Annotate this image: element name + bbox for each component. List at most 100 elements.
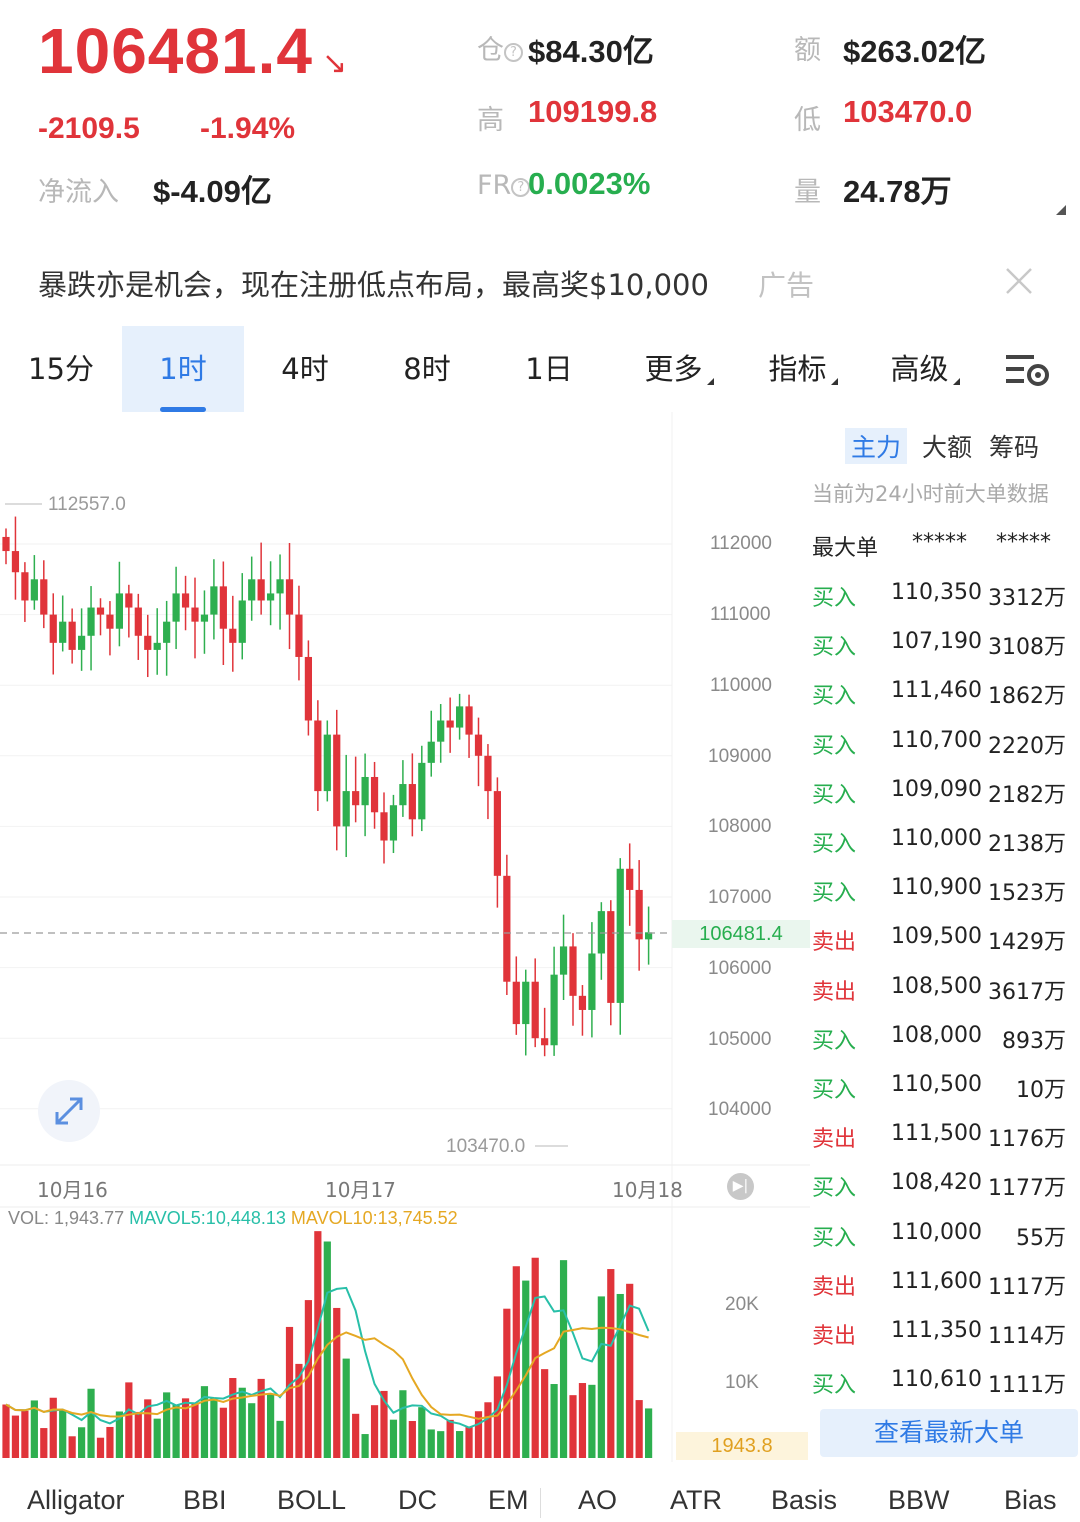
volume-bar: [645, 1408, 653, 1458]
volume-bar: [446, 1419, 454, 1458]
order-price: 111,460: [891, 678, 982, 704]
volume-bar: [465, 1426, 473, 1458]
volume-bar: [597, 1296, 605, 1458]
candle: [163, 600, 171, 676]
volume-bar: [408, 1421, 416, 1458]
order-amount: 1176万: [988, 1127, 1066, 1153]
order-amount: 893万: [1002, 1028, 1066, 1054]
side-col-price: *****: [912, 530, 967, 555]
side-tab-chips[interactable]: 筹码: [989, 428, 1039, 464]
indicator-dc[interactable]: DC: [398, 1485, 437, 1516]
vol-value: VOL: 1,943.77: [8, 1208, 125, 1228]
help-icon[interactable]: ?: [504, 43, 523, 62]
funding-rate-label[interactable]: FR?: [477, 170, 531, 201]
open-interest-label[interactable]: 仓?: [477, 28, 523, 67]
promo-banner-text[interactable]: 暴跌亦是机会，现在注册低点布局，最高奖$10,000: [38, 262, 709, 304]
volume-bar: [11, 1415, 20, 1458]
volume-bar: [153, 1418, 161, 1458]
high-value: 109199.8: [528, 94, 658, 129]
jump-latest-icon[interactable]: ▶|: [727, 1173, 754, 1200]
side-note: 当前为24小时前大单数据: [812, 482, 1049, 506]
price-change-pct: -1.94%: [200, 112, 296, 145]
y-tick: 106000: [708, 958, 772, 979]
volume-bar: [172, 1404, 180, 1458]
order-price: 108,000: [891, 1022, 982, 1048]
side-col-type: 最大单: [812, 536, 879, 561]
tab-15m[interactable]: 15分: [0, 326, 122, 412]
candle: [616, 858, 624, 1035]
y-tick: 104000: [708, 1099, 772, 1120]
indicator-boll[interactable]: BOLL: [277, 1485, 346, 1516]
candle: [541, 1007, 549, 1057]
mavol10-value: MAVOL10:13,745.52: [290, 1208, 458, 1228]
volume-bar: [361, 1434, 369, 1458]
volume-bar: [437, 1431, 445, 1458]
indicator-basis[interactable]: Basis: [771, 1485, 837, 1516]
chart-settings-icon[interactable]: [1004, 350, 1052, 390]
y-tick: 108000: [708, 816, 772, 837]
volume-bar: [78, 1427, 86, 1458]
tab-4h[interactable]: 4时: [244, 326, 366, 412]
expand-corner-icon[interactable]: [1056, 205, 1066, 215]
volume-bar: [550, 1384, 558, 1458]
indicator-atr[interactable]: ATR: [670, 1485, 722, 1516]
candle: [144, 614, 152, 678]
candle: [389, 794, 398, 854]
indicator-em[interactable]: EM: [488, 1485, 529, 1516]
tab-8h[interactable]: 8时: [366, 326, 488, 412]
tab-indicators[interactable]: 指标: [742, 326, 864, 412]
volume-bar: [342, 1358, 350, 1458]
tab-advanced[interactable]: 高级: [864, 326, 986, 412]
volume-bar: [106, 1426, 114, 1458]
indicator-ao[interactable]: AO: [578, 1485, 617, 1516]
order-amount: 1429万: [988, 930, 1066, 956]
high-label: 高: [477, 105, 504, 136]
volume-legend: VOL: 1,943.77 MAVOL5:10,448.13 MAVOL10:1…: [8, 1208, 458, 1229]
candle: [153, 608, 161, 675]
candle: [607, 900, 615, 1026]
candle: [352, 756, 360, 823]
indicator-bbi[interactable]: BBI: [183, 1485, 227, 1516]
indicator-alligator[interactable]: Alligator: [27, 1485, 125, 1516]
order-price: 111,500: [891, 1121, 982, 1147]
side-tab-main[interactable]: 主力: [845, 428, 908, 464]
volume-bar: [59, 1410, 67, 1458]
y-tick: 112000: [710, 533, 772, 554]
order-price: 107,190: [891, 629, 982, 655]
volume-bar: [219, 1407, 227, 1458]
candle: [257, 542, 265, 615]
side-col-amount: *****: [996, 530, 1051, 555]
candle: [588, 922, 596, 1038]
order-price: 110,000: [891, 1219, 982, 1245]
indicator-bias[interactable]: Bias: [1004, 1485, 1057, 1516]
tab-1h[interactable]: 1时: [122, 326, 244, 412]
volume-bar: [370, 1405, 379, 1458]
x-date: 10月17: [325, 1178, 396, 1202]
tab-1d[interactable]: 1日: [488, 326, 610, 412]
tab-more[interactable]: 更多: [618, 326, 740, 412]
indicator-bbw[interactable]: BBW: [888, 1485, 950, 1516]
mavol5-value: MAVOL5:10,448.13: [129, 1208, 286, 1228]
order-amount: 3312万: [988, 586, 1066, 611]
candle: [465, 694, 473, 758]
close-icon[interactable]: [1000, 262, 1038, 300]
candle: [200, 590, 209, 654]
order-price: 110,900: [891, 875, 982, 901]
candle: [106, 601, 114, 656]
order-side: 买入: [812, 733, 857, 759]
order-price: 110,350: [891, 580, 982, 605]
order-amount: 1111万: [988, 1373, 1066, 1399]
view-latest-orders-button[interactable]: 查看最新大单: [820, 1409, 1078, 1457]
order-price: 108,500: [891, 973, 982, 999]
volume-bar: [248, 1403, 256, 1458]
candle: [418, 745, 426, 832]
y-tick: 109000: [708, 746, 772, 767]
volume-bar: [635, 1400, 643, 1458]
side-tab-large[interactable]: 大额: [922, 428, 972, 464]
order-side: 卖出: [812, 1127, 857, 1153]
volume-bar: [96, 1437, 105, 1458]
candle: [503, 854, 511, 995]
low-label: 低: [794, 105, 821, 136]
candle: [172, 566, 180, 650]
fullscreen-button[interactable]: [38, 1080, 100, 1142]
